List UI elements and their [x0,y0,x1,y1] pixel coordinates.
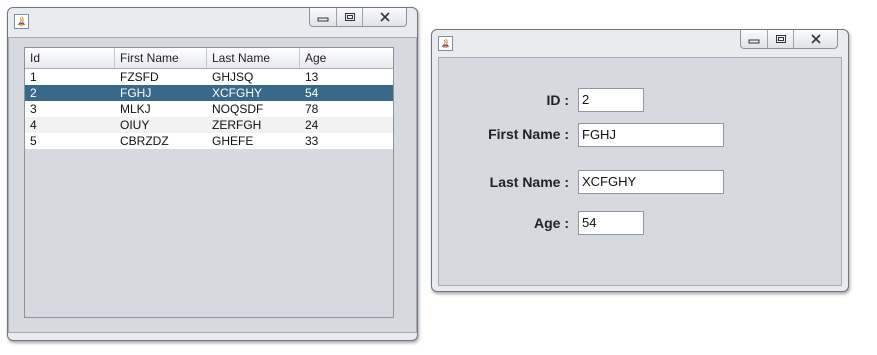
table-row-selected[interactable]: 2 FGHJ XCFGHY 54 [25,85,393,101]
close-button[interactable] [793,30,837,48]
java-app-icon [438,36,453,51]
cell-last-name: GHEFE [212,134,254,148]
cell-id: 2 [30,86,37,100]
title-bar[interactable] [8,8,417,36]
cell-id: 1 [30,70,37,84]
window-controls [740,30,838,49]
table-row[interactable]: 1 FZSFD GHJSQ 13 [25,69,393,85]
maximize-button[interactable] [767,30,793,48]
cell-last-name: XCFGHY [212,86,263,100]
cell-id: 5 [30,134,37,148]
last-name-field[interactable]: XCFGHY [578,170,724,194]
column-header-first-name[interactable]: First Name [115,48,207,68]
last-name-label: Last Name : [489,174,569,190]
maximize-icon [344,13,355,21]
title-bar[interactable] [432,30,848,58]
people-table: Id First Name Last Name Age 1 FZSFD GHJS… [24,47,394,318]
age-field[interactable]: 54 [578,211,644,235]
minimize-button[interactable] [741,30,767,48]
table-row[interactable]: 4 OIUY ZERFGH 24 [25,117,393,133]
cell-age: 24 [305,118,319,132]
cell-last-name: GHJSQ [212,70,254,84]
column-header-last-name[interactable]: Last Name [207,48,300,68]
table-row[interactable]: 3 MLKJ NOQSDF 78 [25,101,393,117]
column-header-id[interactable]: Id [25,48,115,68]
cell-age: 13 [305,70,319,84]
minimize-button[interactable] [310,8,336,26]
cell-first-name: CBRZDZ [120,134,169,148]
maximize-icon [775,35,786,43]
cell-last-name: NOQSDF [212,102,264,116]
window-controls [309,8,407,27]
java-app-icon [14,14,29,29]
age-label: Age : [534,215,569,231]
form-window: ID : 2 First Name : FGHJ Last Name : XCF… [431,29,849,292]
first-name-field[interactable]: FGHJ [578,123,724,147]
close-icon [379,12,390,22]
table-body: 1 FZSFD GHJSQ 13 2 FGHJ XCFGHY 54 3 MLKJ… [25,69,393,149]
minimize-icon [748,39,760,44]
table-panel: Id First Name Last Name Age 1 FZSFD GHJS… [8,37,417,333]
cell-first-name: MLKJ [120,102,151,116]
cell-id: 4 [30,118,37,132]
cell-age: 78 [305,102,319,116]
form-panel: ID : 2 First Name : FGHJ Last Name : XCF… [438,57,842,286]
first-name-label: First Name : [488,126,569,142]
column-header-age[interactable]: Age [300,48,393,68]
cell-last-name: ZERFGH [212,118,262,132]
close-icon [810,34,821,44]
table-header: Id First Name Last Name Age [25,48,393,69]
cell-first-name: OIUY [120,118,150,132]
cell-first-name: FZSFD [120,70,159,84]
minimize-icon [317,17,329,22]
id-label: ID : [546,92,569,108]
maximize-button[interactable] [336,8,362,26]
table-row[interactable]: 5 CBRZDZ GHEFE 33 [25,133,393,149]
cell-first-name: FGHJ [120,86,152,100]
table-window: Id First Name Last Name Age 1 FZSFD GHJS… [7,7,418,341]
close-button[interactable] [362,8,406,26]
cell-id: 3 [30,102,37,116]
id-field[interactable]: 2 [578,88,644,112]
cell-age: 54 [305,86,319,100]
cell-age: 33 [305,134,319,148]
